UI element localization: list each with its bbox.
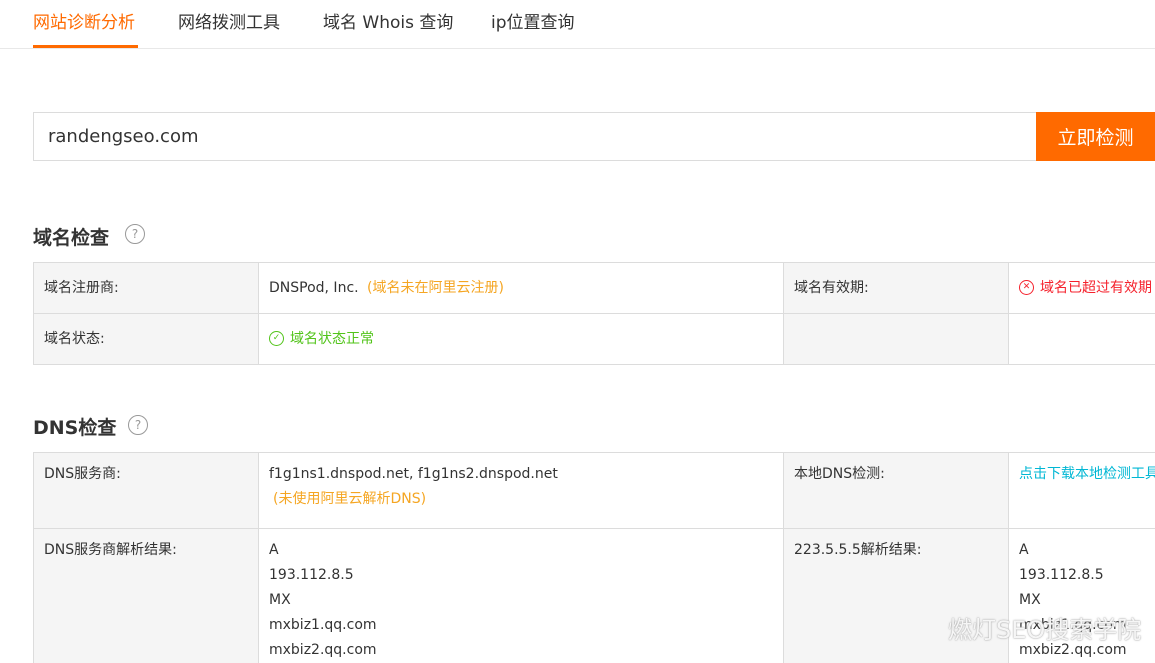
public-dns-line: 193.112.8.5 xyxy=(1019,567,1104,583)
table-row: 域名注册商: DNSPod, Inc. (域名未在阿里云注册) 域名有效期: ✕… xyxy=(33,263,1155,314)
tab-site-diagnosis[interactable]: 网站诊断分析 xyxy=(33,8,135,33)
domain-check-heading: 域名检查 xyxy=(33,227,110,249)
dns-result-line: MX xyxy=(269,592,291,608)
top-tab-bar: 网站诊断分析 网络拨测工具 域名 Whois 查询 ip位置查询 xyxy=(0,0,1155,49)
local-dns-label: 本地DNS检测: xyxy=(783,453,1009,528)
dns-check-title: DNS检查 xyxy=(33,413,116,440)
validity-cell: ✕ 域名已超过有效期 xyxy=(1008,263,1155,313)
dns-result-line: mxbiz2.qq.com xyxy=(269,642,377,658)
check-now-button[interactable]: 立即检测 xyxy=(1036,112,1155,161)
public-dns-line: A xyxy=(1019,542,1029,558)
registrar-value: DNSPod, Inc. xyxy=(269,280,359,296)
status-label: 域名状态: xyxy=(33,314,259,364)
table-row: DNS服务商: f1g1ns1.dnspod.net, f1g1ns2.dnsp… xyxy=(33,453,1155,529)
dns-result-line: A xyxy=(269,542,279,558)
dns-result-cell: A 193.112.8.5 MX mxbiz1.qq.com mxbiz2.qq… xyxy=(258,529,784,663)
dns-check-heading: DNS检查 xyxy=(33,417,117,439)
dns-result-line: 193.112.8.5 xyxy=(269,567,354,583)
tab-whois-query[interactable]: 域名 Whois 查询 xyxy=(323,8,453,33)
dns-provider-label: DNS服务商: xyxy=(33,453,259,528)
domain-input[interactable] xyxy=(33,112,1036,161)
status-cell: ✓ 域名状态正常 xyxy=(258,314,784,364)
registrar-label: 域名注册商: xyxy=(33,263,259,313)
search-bar: 立即检测 xyxy=(33,112,1155,161)
validity-label: 域名有效期: xyxy=(783,263,1009,313)
dns-provider-note: (未使用阿里云解析DNS) xyxy=(273,491,427,507)
empty-label-cell xyxy=(783,314,1009,364)
dns-provider-cell: f1g1ns1.dnspod.net, f1g1ns2.dnspod.net (… xyxy=(258,453,784,528)
registrar-note: (域名未在阿里云注册) xyxy=(367,280,504,296)
help-icon[interactable]: ? xyxy=(128,415,148,435)
tab-network-probe[interactable]: 网络拨测工具 xyxy=(178,8,280,33)
status-value: 域名状态正常 xyxy=(290,331,374,347)
check-circle-icon: ✓ xyxy=(269,330,284,346)
empty-value-cell xyxy=(1008,314,1155,364)
help-icon[interactable]: ? xyxy=(125,224,145,244)
active-tab-indicator xyxy=(33,45,138,48)
domain-check-title: 域名检查 xyxy=(33,223,109,250)
domain-check-table: 域名注册商: DNSPod, Inc. (域名未在阿里云注册) 域名有效期: ✕… xyxy=(33,262,1155,365)
validity-value: 域名已超过有效期 xyxy=(1040,280,1152,296)
watermark: 燃灯SEO搜索学院 xyxy=(948,616,1142,644)
table-row: 域名状态: ✓ 域名状态正常 xyxy=(33,314,1155,365)
registrar-cell: DNSPod, Inc. (域名未在阿里云注册) xyxy=(258,263,784,313)
dns-result-label: DNS服务商解析结果: xyxy=(33,529,259,663)
dns-result-line: mxbiz1.qq.com xyxy=(269,617,377,633)
tab-ip-location[interactable]: ip位置查询 xyxy=(491,8,575,33)
error-circle-icon: ✕ xyxy=(1019,279,1034,295)
dns-provider-value: f1g1ns1.dnspod.net, f1g1ns2.dnspod.net xyxy=(269,466,558,482)
local-dns-cell: 点击下载本地检测工具 xyxy=(1008,453,1155,528)
download-tool-link[interactable]: 点击下载本地检测工具 xyxy=(1019,466,1155,482)
